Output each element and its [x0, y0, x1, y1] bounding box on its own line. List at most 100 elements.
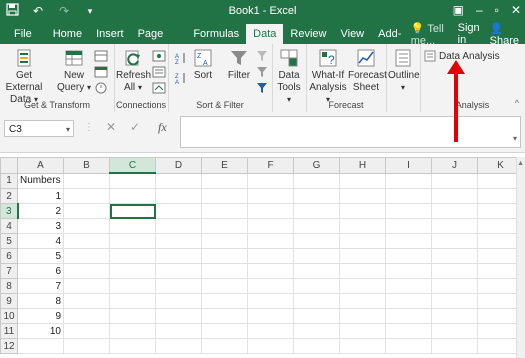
formula-input[interactable] [180, 116, 521, 148]
cell-d8[interactable] [155, 278, 202, 294]
tab-view[interactable]: View [333, 24, 371, 44]
outline-button[interactable]: Outline ▾ [388, 48, 420, 94]
tab-add-ins[interactable]: Add-Ins [371, 24, 411, 60]
cell-c4[interactable] [109, 218, 156, 234]
cell-d7[interactable] [155, 263, 202, 279]
cell-e12[interactable] [201, 338, 248, 354]
cell-i4[interactable] [385, 218, 432, 234]
cell-e3[interactable] [201, 203, 248, 219]
cell-e5[interactable] [201, 233, 248, 249]
cell-a9[interactable]: 8 [17, 293, 64, 309]
cell-a3[interactable]: 2 [17, 203, 64, 219]
tab-review[interactable]: Review [283, 24, 333, 44]
cell-b2[interactable] [63, 188, 110, 204]
cell-f3[interactable] [247, 203, 294, 219]
cell-h7[interactable] [339, 263, 386, 279]
cell-e8[interactable] [201, 278, 248, 294]
column-header-i[interactable]: I [385, 157, 432, 174]
cell-j12[interactable] [431, 338, 478, 354]
cell-j8[interactable] [431, 278, 478, 294]
tab-home[interactable]: Home [46, 24, 89, 44]
cell-h6[interactable] [339, 248, 386, 264]
reapply-icon[interactable] [256, 66, 270, 78]
sort-ascending-icon[interactable]: AZ [174, 52, 188, 64]
cell-f7[interactable] [247, 263, 294, 279]
cell-e6[interactable] [201, 248, 248, 264]
cell-i9[interactable] [385, 293, 432, 309]
edit-links-icon[interactable] [152, 82, 166, 94]
cell-j1[interactable] [431, 172, 478, 189]
collapse-ribbon-icon[interactable]: ^ [515, 98, 519, 108]
cell-a8[interactable]: 7 [17, 278, 64, 294]
cell-b10[interactable] [63, 308, 110, 324]
cell-i12[interactable] [385, 338, 432, 354]
cell-j9[interactable] [431, 293, 478, 309]
cell-c2[interactable] [109, 188, 156, 204]
row-header[interactable]: 10 [0, 308, 18, 324]
cell-g10[interactable] [293, 308, 340, 324]
row-header[interactable]: 5 [0, 233, 18, 249]
cell-h9[interactable] [339, 293, 386, 309]
clear-filter-icon[interactable] [256, 50, 270, 62]
row-header[interactable]: 2 [0, 188, 18, 204]
cell-h2[interactable] [339, 188, 386, 204]
column-header-b[interactable]: B [63, 157, 110, 174]
cell-e10[interactable] [201, 308, 248, 324]
enter-check-icon[interactable]: ✓ [130, 120, 140, 134]
cell-i1[interactable] [385, 172, 432, 189]
cell-b12[interactable] [63, 338, 110, 354]
select-all-button[interactable] [0, 157, 18, 174]
cell-i11[interactable] [385, 323, 432, 339]
cell-h1[interactable] [339, 172, 386, 189]
cell-j4[interactable] [431, 218, 478, 234]
scroll-up-icon[interactable]: ▲ [517, 160, 524, 167]
cell-e9[interactable] [201, 293, 248, 309]
cell-g7[interactable] [293, 263, 340, 279]
cell-d2[interactable] [155, 188, 202, 204]
tab-insert[interactable]: Insert [89, 24, 131, 44]
insert-function-icon[interactable]: fx [158, 120, 167, 135]
refresh-all-button[interactable]: Refresh All ▾ [116, 48, 151, 94]
cell-c1[interactable] [109, 172, 156, 189]
row-header[interactable]: 12 [0, 338, 18, 354]
cell-f9[interactable] [247, 293, 294, 309]
cell-j6[interactable] [431, 248, 478, 264]
row-header[interactable]: 1 [0, 172, 18, 189]
get-external-data-button[interactable]: Get External Data ▾ [2, 48, 46, 106]
row-header[interactable]: 4 [0, 218, 18, 234]
cell-g5[interactable] [293, 233, 340, 249]
cell-c3[interactable] [109, 203, 156, 219]
cell-d12[interactable] [155, 338, 202, 354]
cell-g2[interactable] [293, 188, 340, 204]
cell-c12[interactable] [109, 338, 156, 354]
cell-g9[interactable] [293, 293, 340, 309]
cell-d5[interactable] [155, 233, 202, 249]
maximize-button[interactable]: ▫ [495, 3, 499, 17]
recent-sources-icon[interactable] [94, 82, 108, 94]
cell-e2[interactable] [201, 188, 248, 204]
show-queries-icon[interactable] [94, 50, 108, 62]
row-header[interactable]: 7 [0, 263, 18, 279]
cell-a10[interactable]: 9 [17, 308, 64, 324]
row-header[interactable]: 3 [0, 203, 19, 219]
cell-f8[interactable] [247, 278, 294, 294]
properties-icon[interactable] [152, 66, 166, 78]
cell-b7[interactable] [63, 263, 110, 279]
column-header-h[interactable]: H [339, 157, 386, 174]
cell-g11[interactable] [293, 323, 340, 339]
cell-i3[interactable] [385, 203, 432, 219]
cell-i8[interactable] [385, 278, 432, 294]
cell-d1[interactable] [155, 172, 202, 189]
cell-d10[interactable] [155, 308, 202, 324]
cell-h12[interactable] [339, 338, 386, 354]
cell-c6[interactable] [109, 248, 156, 264]
cell-a5[interactable]: 4 [17, 233, 64, 249]
expand-formula-bar-icon[interactable]: ▾ [513, 134, 517, 143]
row-header[interactable]: 9 [0, 293, 18, 309]
sign-in-link[interactable]: Sign in [458, 22, 480, 46]
sort-button[interactable]: ZA Sort [190, 48, 216, 82]
tab-data[interactable]: Data [246, 24, 284, 44]
cell-h10[interactable] [339, 308, 386, 324]
cell-j5[interactable] [431, 233, 478, 249]
cell-j11[interactable] [431, 323, 478, 339]
